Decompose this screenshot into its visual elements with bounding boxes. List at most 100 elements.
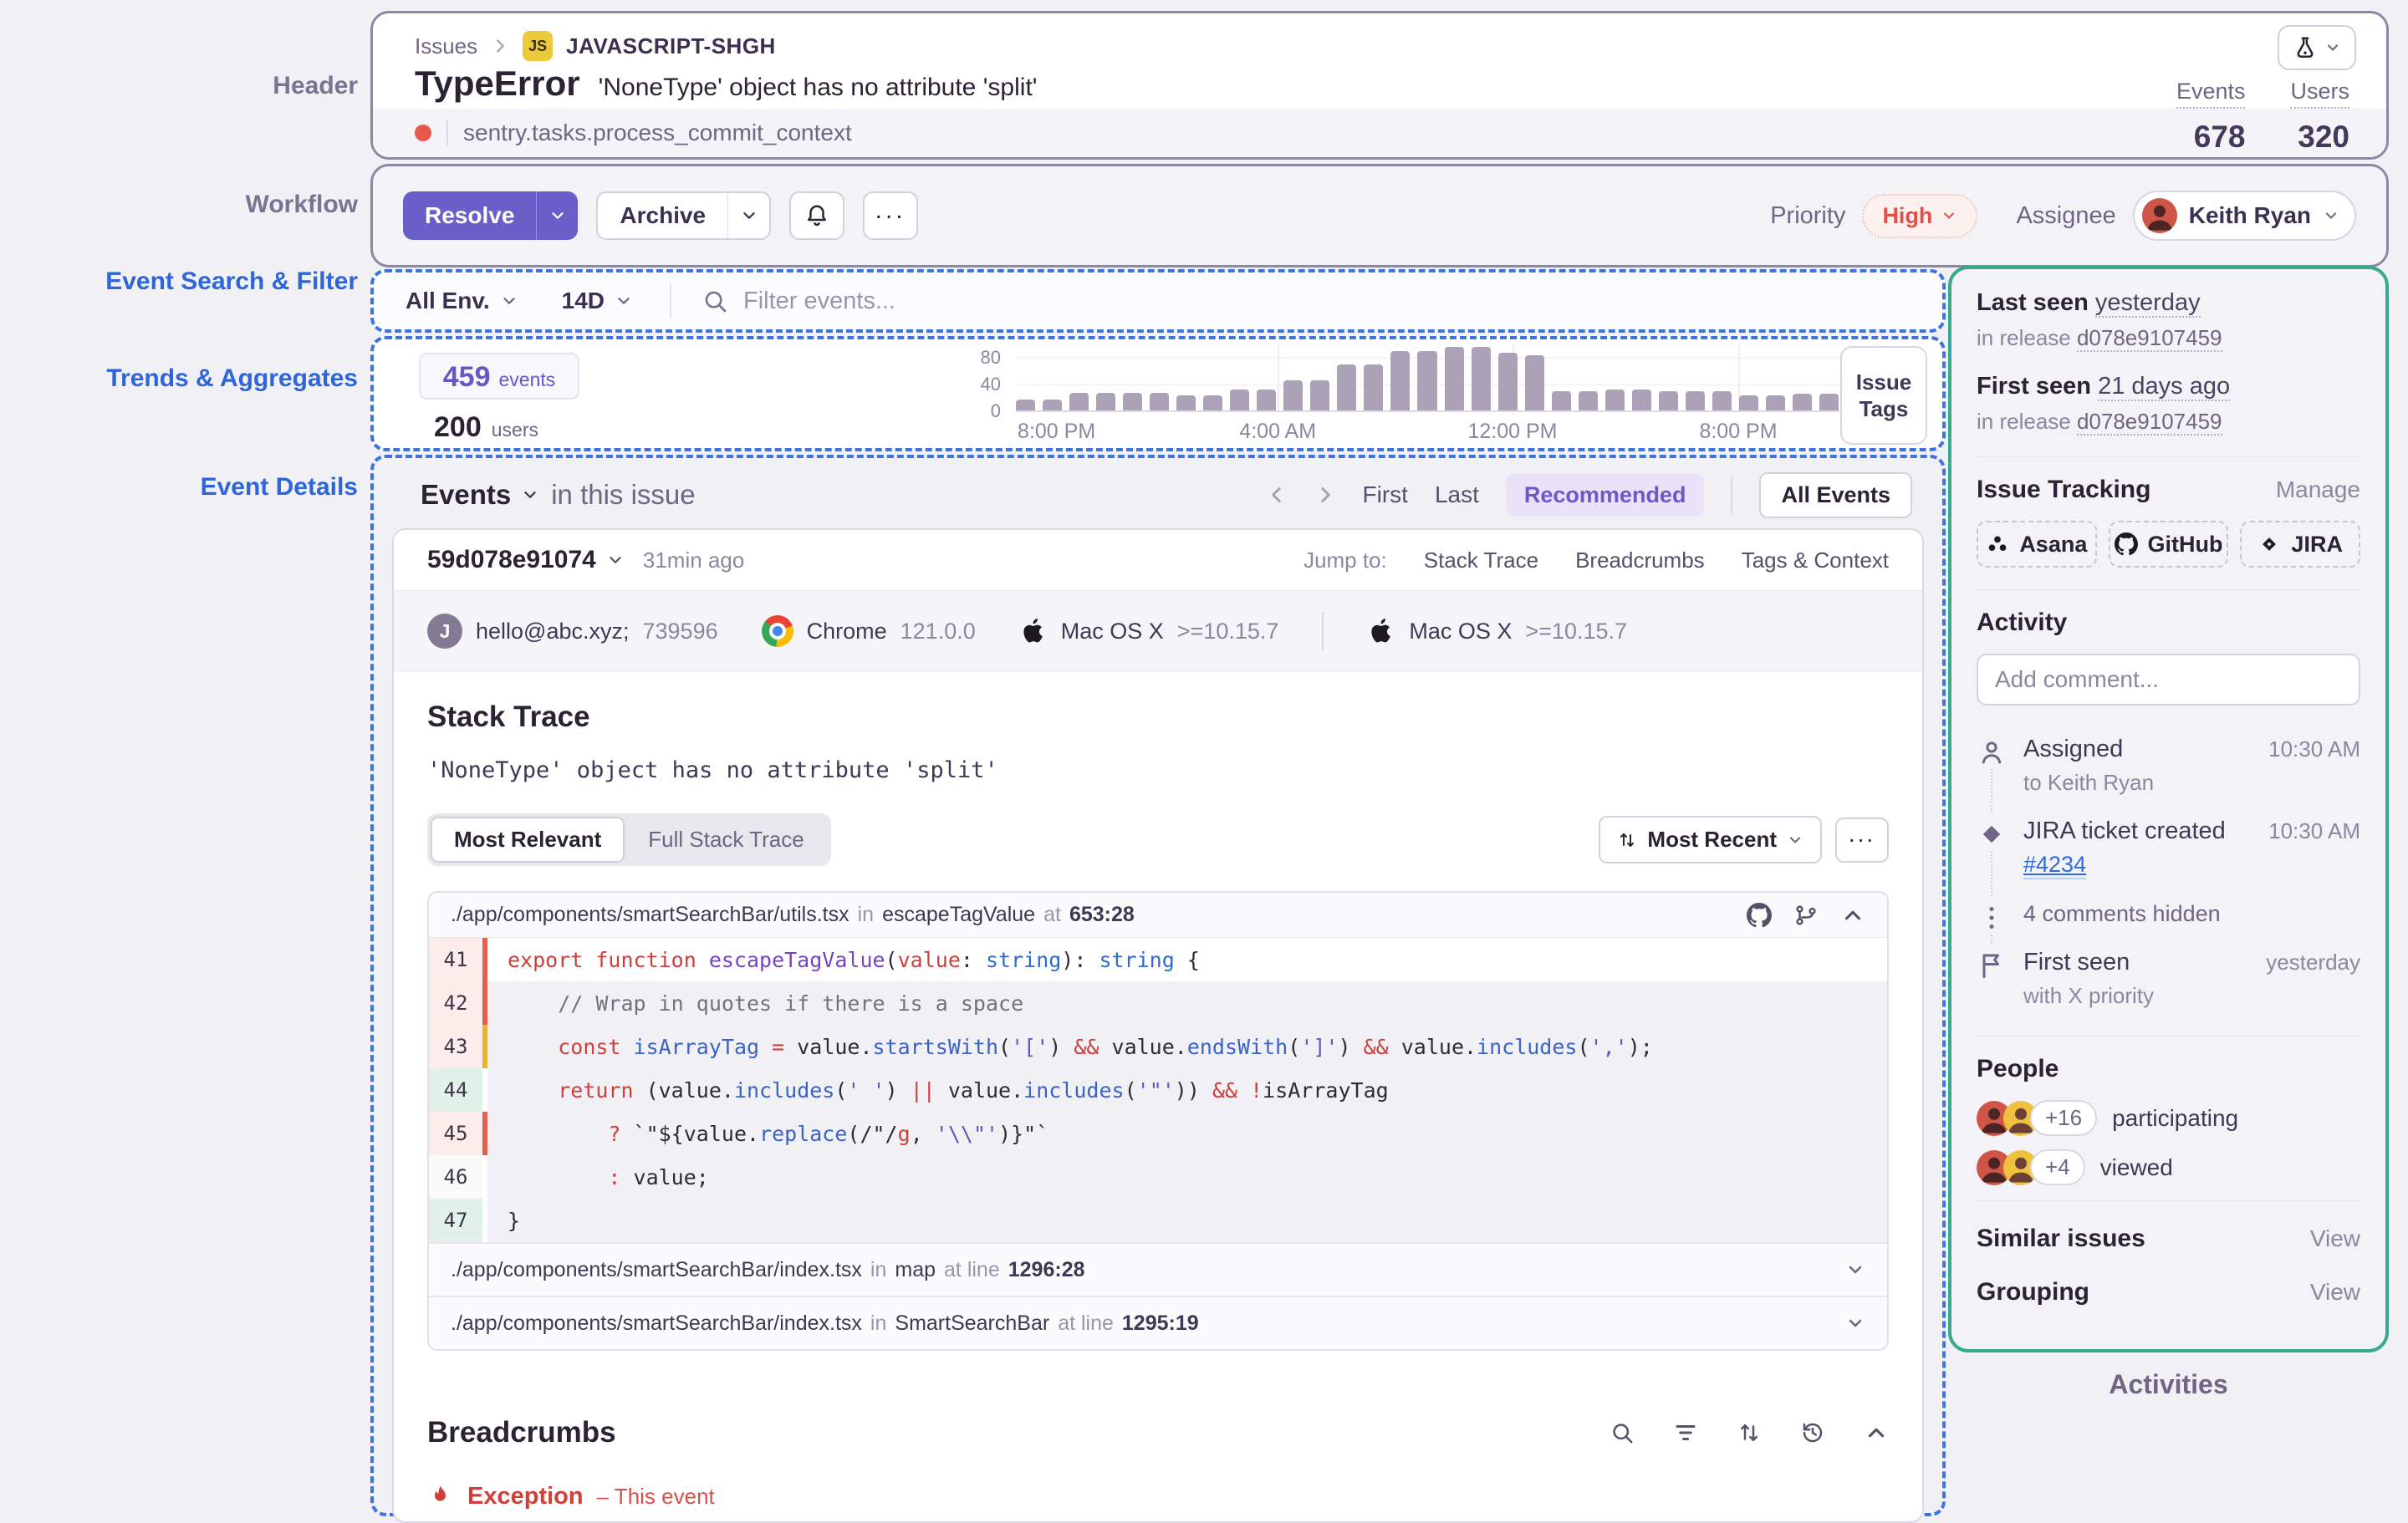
collapsed-frames: ./app/components/smartSearchBar/index.ts…: [429, 1242, 1887, 1349]
issue-stat[interactable]: Events678: [2176, 79, 2246, 155]
resolve-button[interactable]: Resolve: [403, 191, 578, 240]
code-line[interactable]: 43 const isArrayTag = value.startsWith('…: [429, 1025, 1887, 1068]
breadcrumb-project[interactable]: JAVASCRIPT-SHGH: [566, 33, 776, 59]
chart-bar: [1096, 393, 1115, 411]
release-link[interactable]: d078e9107459: [2077, 325, 2222, 352]
chevron-down-icon: [615, 292, 633, 310]
experiment-flask-button[interactable]: [2278, 25, 2356, 70]
jump-link[interactable]: Tags & Context: [1742, 548, 1889, 573]
code-line[interactable]: 46 : value;: [429, 1155, 1887, 1199]
replay-history-icon[interactable]: [1800, 1420, 1825, 1445]
frame-at-word: at: [1035, 903, 1069, 927]
git-branch-icon[interactable]: [1793, 903, 1819, 928]
previous-event-button[interactable]: [1266, 484, 1288, 506]
priority-select[interactable]: High: [1862, 194, 1977, 238]
frame-path: ./app/components/smartSearchBar/index.ts…: [451, 1258, 862, 1282]
issue-stat[interactable]: Users320: [2290, 79, 2349, 155]
issue-tags-button[interactable]: Issue Tags: [1840, 346, 1927, 445]
code-line[interactable]: 44 return (value.includes(' ') || value.…: [429, 1068, 1887, 1112]
code-text: // Wrap in quotes if there is a space: [487, 981, 1887, 1025]
event-id-dropdown[interactable]: 59d078e91074: [427, 546, 625, 574]
chevron-down-icon[interactable]: [1845, 1313, 1865, 1333]
event-tag[interactable]: Chrome121.0.0: [762, 615, 976, 647]
integration-button-jira[interactable]: JIRA: [2240, 521, 2360, 568]
subscribe-bell-button[interactable]: [789, 191, 844, 240]
resolve-dropdown[interactable]: [536, 191, 578, 240]
archive-button[interactable]: Archive: [596, 191, 771, 240]
first-seen-value[interactable]: 21 days ago: [2098, 373, 2230, 401]
assignee-avatar: [2142, 198, 2177, 233]
code-line[interactable]: 45 ? `"${value.replace(/"/g, '\\"')}"`: [429, 1112, 1887, 1155]
jira-ticket-link[interactable]: #4234: [2023, 852, 2086, 879]
avatar-count-pill[interactable]: +16: [2030, 1100, 2097, 1136]
events-count-chip[interactable]: 459 events: [419, 353, 579, 400]
stack-frame-header[interactable]: ./app/components/smartSearchBar/utils.ts…: [429, 893, 1887, 938]
last-seen-value[interactable]: yesterday: [2095, 289, 2201, 318]
release-link[interactable]: d078e9107459: [2077, 409, 2222, 436]
code-line[interactable]: 42 // Wrap in quotes if there is a space: [429, 981, 1887, 1025]
breadcrumb-exception-row[interactable]: Exception – This event: [427, 1483, 1889, 1510]
code-line[interactable]: 47}: [429, 1199, 1887, 1242]
events-dropdown[interactable]: Events: [421, 479, 539, 511]
integration-button-asana[interactable]: Asana: [1977, 521, 2097, 568]
filter-events-input[interactable]: Filter events...: [701, 288, 895, 315]
event-tag[interactable]: Mac OS X>=10.15.7: [1019, 615, 1279, 647]
line-number: 46: [429, 1155, 482, 1199]
assignee-select[interactable]: Keith Ryan: [2133, 191, 2356, 241]
chart-bar: [1417, 351, 1436, 411]
activity-title: Assigned: [2023, 736, 2123, 763]
all-events-button[interactable]: All Events: [1759, 472, 1912, 518]
last-event-link[interactable]: Last: [1435, 481, 1479, 508]
add-comment-input[interactable]: Add comment...: [1977, 654, 2360, 705]
ellipsis-icon: ...: [1849, 834, 1875, 846]
code-line[interactable]: 41export function escapeTagValue(value: …: [429, 938, 1887, 981]
more-actions-button[interactable]: ...: [863, 191, 918, 240]
annotation-header: Header: [273, 72, 358, 100]
tab-full-stack-trace[interactable]: Full Stack Trace: [625, 817, 827, 863]
issue-stat-label: Users: [2290, 79, 2349, 109]
next-event-button[interactable]: [1314, 484, 1336, 506]
archive-dropdown[interactable]: [727, 193, 769, 238]
stack-trace-options-button[interactable]: ...: [1835, 818, 1889, 863]
activity-time: 10:30 AM: [2268, 736, 2360, 762]
sort-order-button[interactable]: Most Recent: [1599, 816, 1822, 863]
event-tag[interactable]: Jhello@abc.xyz;739596: [427, 614, 718, 649]
first-event-link[interactable]: First: [1363, 481, 1408, 508]
javascript-platform-icon: JS: [523, 31, 553, 61]
tab-most-relevant[interactable]: Most Relevant: [431, 817, 625, 863]
view-link[interactable]: View: [2310, 1225, 2360, 1252]
users-count-stat[interactable]: 200 users: [434, 411, 538, 444]
annotation-trends: Trends & Aggregates: [106, 364, 358, 393]
event-filter-bar: All Env. 14D Filter events...: [370, 269, 1946, 333]
search-icon[interactable]: [1610, 1420, 1635, 1445]
frame-in-word: in: [862, 1258, 895, 1282]
environment-select[interactable]: All Env.: [406, 288, 518, 314]
tag-key: Mac OS X: [1409, 619, 1512, 644]
activity-subtext: with X priority: [2023, 983, 2360, 1009]
jump-link[interactable]: Stack Trace: [1424, 548, 1538, 573]
breadcrumb-issues-link[interactable]: Issues: [415, 33, 477, 59]
chevron-up-icon[interactable]: [1864, 1420, 1889, 1445]
integration-button-github[interactable]: GitHub: [2109, 521, 2229, 568]
annotation-search: Event Search & Filter: [105, 267, 358, 296]
sort-arrows-icon[interactable]: [1737, 1420, 1762, 1445]
jump-link[interactable]: Breadcrumbs: [1575, 548, 1705, 573]
view-link[interactable]: View: [2310, 1279, 2360, 1306]
date-range-select[interactable]: 14D: [562, 288, 633, 314]
github-icon[interactable]: [1747, 903, 1772, 928]
x-tick-label: 8:00 PM: [1018, 420, 1095, 444]
event-id: 59d078e91074: [427, 546, 596, 574]
avatar-count-pill[interactable]: +4: [2030, 1149, 2085, 1185]
chevron-down-icon[interactable]: [1845, 1260, 1865, 1280]
line-number: 43: [429, 1025, 482, 1068]
frame-location: 1296:28: [1008, 1258, 1085, 1282]
filter-icon[interactable]: [1673, 1420, 1698, 1445]
chrome-icon: [762, 615, 793, 647]
event-tag[interactable]: Mac OS X>=10.15.7: [1367, 615, 1627, 647]
integration-label: Asana: [2019, 532, 2087, 558]
chevron-up-icon[interactable]: [1840, 903, 1865, 928]
collapsed-stack-frame[interactable]: ./app/components/smartSearchBar/index.ts…: [429, 1296, 1887, 1349]
collapsed-stack-frame[interactable]: ./app/components/smartSearchBar/index.ts…: [429, 1242, 1887, 1296]
recommended-toggle[interactable]: Recommended: [1506, 474, 1705, 517]
manage-link[interactable]: Manage: [2276, 476, 2360, 503]
